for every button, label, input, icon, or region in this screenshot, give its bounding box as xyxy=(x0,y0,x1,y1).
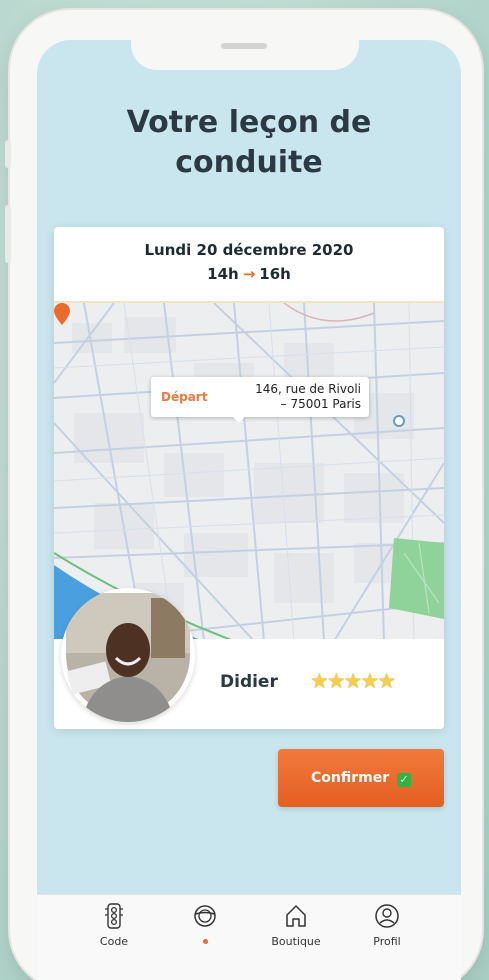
traffic-light-icon xyxy=(105,903,123,929)
page-title: Votre leçon de conduite xyxy=(126,105,372,180)
profile-icon xyxy=(375,904,399,928)
avatar xyxy=(61,588,195,722)
address-line-2: – 75001 Paris xyxy=(280,397,361,411)
phone-notch xyxy=(131,36,359,70)
tab-label-boutique: Boutique xyxy=(271,935,321,948)
active-tab-indicator xyxy=(202,939,208,944)
address-line-1: 146, rue de Rivoli xyxy=(255,382,361,396)
tab-label-profil: Profil xyxy=(373,935,401,948)
tab-code[interactable]: Code xyxy=(84,903,144,963)
steering-wheel-icon xyxy=(194,905,216,927)
lesson-time: 14h → 16h xyxy=(54,265,444,283)
map-poi-marker xyxy=(393,415,405,427)
phone-volume-button xyxy=(5,205,11,263)
map-marker-tooltip: Départ 146, rue de Rivoli – 75001 Paris xyxy=(151,377,369,423)
driver-name: Didier xyxy=(220,672,278,692)
confirm-label: Confirmer xyxy=(310,770,390,786)
home-icon xyxy=(286,905,306,927)
lesson-time-end: 16h xyxy=(259,265,291,283)
tab-lessons[interactable] xyxy=(175,903,235,963)
check-icon: ✓ xyxy=(397,773,411,787)
arrow-right-icon: → xyxy=(242,265,256,283)
marker-address: 146, rue de Rivoli – 75001 Paris xyxy=(229,382,361,412)
tab-boutique[interactable]: Boutique xyxy=(266,903,326,963)
tab-profil[interactable]: Profil xyxy=(357,903,417,963)
bottom-tab-bar: Code Boutique Profil xyxy=(37,894,461,980)
lesson-header: Lundi 20 décembre 2020 14h → 16h xyxy=(54,227,444,301)
confirm-button[interactable]: Confirmer ✓ xyxy=(278,749,444,807)
star-rating: ★★★★★ xyxy=(310,669,396,693)
phone-side-button xyxy=(5,140,11,168)
marker-label: Départ xyxy=(161,390,208,404)
lesson-time-start: 14h xyxy=(207,265,239,283)
lesson-date: Lundi 20 décembre 2020 xyxy=(144,241,354,259)
map-view[interactable]: Départ 146, rue de Rivoli – 75001 Paris xyxy=(54,301,444,641)
driver-photo xyxy=(66,593,190,722)
map-pin-icon[interactable] xyxy=(54,303,70,325)
phone-speaker xyxy=(221,43,267,49)
tab-label-code: Code xyxy=(99,935,129,948)
